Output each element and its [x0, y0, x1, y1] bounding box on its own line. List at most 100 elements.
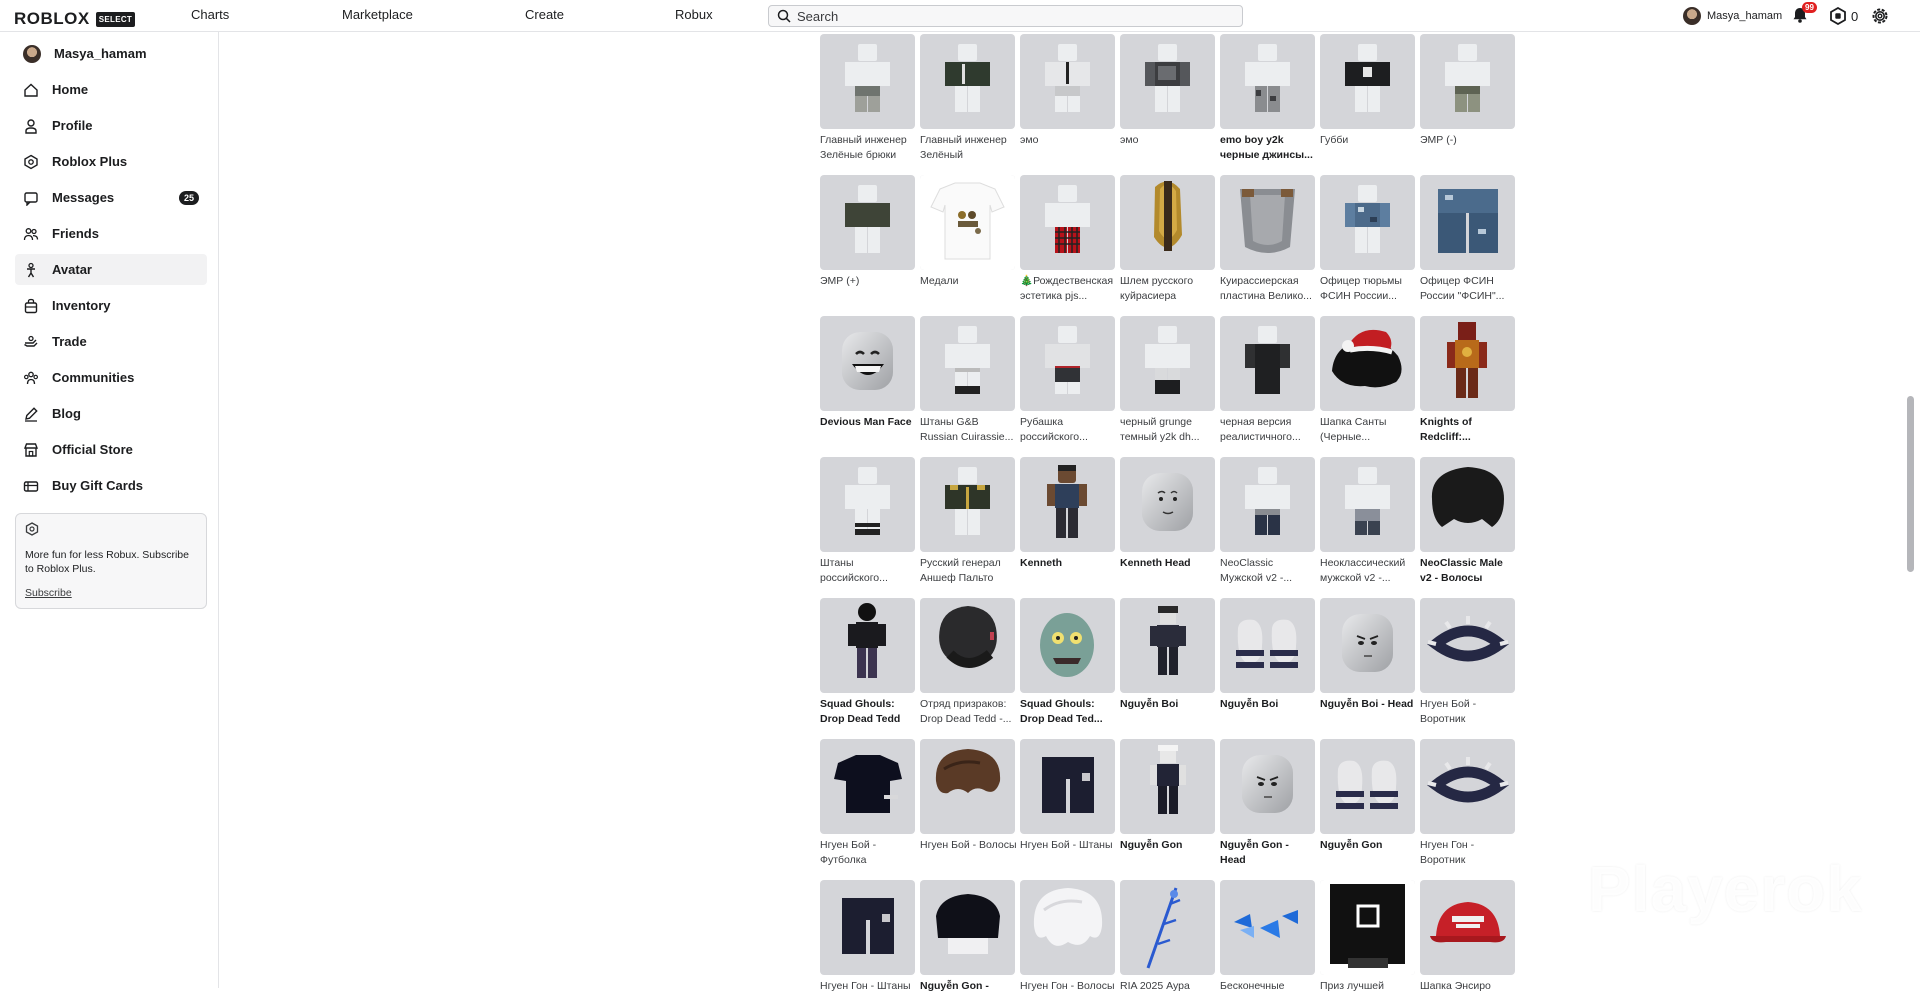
- item-name[interactable]: RIA 2025 Аура: [1120, 979, 1217, 994]
- item-name[interactable]: Squad Ghouls: Drop Dead Tedd: [820, 697, 917, 727]
- subscribe-link[interactable]: Subscribe: [25, 586, 72, 600]
- item-thumbnail[interactable]: [820, 880, 915, 975]
- avatar-item-card[interactable]: Шапка Санты (Черные...: [1320, 316, 1415, 445]
- item-name[interactable]: Приз лучшей: [1320, 979, 1417, 994]
- item-thumbnail[interactable]: [820, 316, 915, 411]
- item-name[interactable]: эмо: [1120, 133, 1217, 148]
- notifications-button[interactable]: 99: [1791, 2, 1817, 26]
- item-name[interactable]: Нгуен Гон - Воротник: [1420, 838, 1517, 868]
- item-thumbnail[interactable]: [920, 598, 1015, 693]
- nav-marketplace[interactable]: Marketplace: [342, 7, 413, 22]
- item-thumbnail[interactable]: [1120, 739, 1215, 834]
- nav-charts[interactable]: Charts: [191, 7, 229, 22]
- avatar-item-card[interactable]: NeoClassic Мужской v2 -...: [1220, 457, 1315, 586]
- settings-button[interactable]: [1870, 6, 1890, 31]
- item-thumbnail[interactable]: [1120, 34, 1215, 129]
- item-name[interactable]: Kenneth Head: [1120, 556, 1217, 571]
- nav-create[interactable]: Create: [525, 7, 564, 22]
- avatar-item-card[interactable]: Куирассиерская пластина Велико...: [1220, 175, 1315, 304]
- item-thumbnail[interactable]: [1320, 175, 1415, 270]
- item-thumbnail[interactable]: [920, 457, 1015, 552]
- item-name[interactable]: Nguyễn Boi - Head: [1320, 697, 1417, 712]
- item-name[interactable]: Squad Ghouls: Drop Dead Ted...: [1020, 697, 1117, 727]
- avatar-item-card[interactable]: Squad Ghouls: Drop Dead Ted...: [1020, 598, 1115, 727]
- item-thumbnail[interactable]: [1420, 880, 1515, 975]
- avatar-item-card[interactable]: эмо: [1120, 34, 1215, 148]
- item-name[interactable]: Бесконечные: [1220, 979, 1317, 994]
- item-thumbnail[interactable]: [1220, 34, 1315, 129]
- item-name[interactable]: Nguyễn Gon -: [920, 979, 1017, 994]
- avatar-item-card[interactable]: ЭМР (-): [1420, 34, 1515, 148]
- item-name[interactable]: Шлем русского куйрасиера: [1120, 274, 1217, 304]
- sidebar-item-official-store[interactable]: Official Store: [15, 434, 207, 465]
- sidebar-item-inventory[interactable]: Inventory: [15, 290, 207, 321]
- avatar-item-card[interactable]: Офицер ФСИН России "ФСИН"...: [1420, 175, 1515, 304]
- item-name[interactable]: Отряд призраков: Drop Dead Tedd -...: [920, 697, 1017, 727]
- item-thumbnail[interactable]: [820, 457, 915, 552]
- item-thumbnail[interactable]: [920, 175, 1015, 270]
- item-name[interactable]: Kenneth: [1020, 556, 1117, 571]
- search-input[interactable]: [797, 8, 1217, 24]
- item-name[interactable]: Главный инженер Зелёные брюки: [820, 133, 917, 163]
- avatar-item-card[interactable]: Главный инженер Зелёные брюки: [820, 34, 915, 163]
- item-name[interactable]: Шапка Энсиро: [1420, 979, 1517, 994]
- item-name[interactable]: Неоклассический мужской v2 -...: [1320, 556, 1417, 586]
- item-thumbnail[interactable]: [1320, 739, 1415, 834]
- avatar-item-card[interactable]: Неоклассический мужской v2 -...: [1320, 457, 1415, 586]
- avatar-item-card[interactable]: Нгуен Бой - Волосы: [920, 739, 1017, 853]
- avatar-item-card[interactable]: Приз лучшей: [1320, 880, 1415, 994]
- avatar-item-card[interactable]: Squad Ghouls: Drop Dead Tedd: [820, 598, 915, 727]
- avatar-item-card[interactable]: RIA 2025 Аура: [1120, 880, 1215, 994]
- item-thumbnail[interactable]: [920, 34, 1015, 129]
- item-name[interactable]: Nguyễn Gon - Head: [1220, 838, 1317, 868]
- user-menu[interactable]: Masya_hamam: [1683, 7, 1782, 25]
- item-name[interactable]: Рубашка российского...: [1020, 415, 1117, 445]
- item-thumbnail[interactable]: [1220, 175, 1315, 270]
- item-name[interactable]: Нгуен Бой - Волосы: [920, 838, 1017, 853]
- search-bar[interactable]: [768, 5, 1243, 27]
- item-name[interactable]: Медали: [920, 274, 1017, 289]
- avatar-item-card[interactable]: NeoClassic Male v2 - Волосы: [1420, 457, 1515, 586]
- item-name[interactable]: Штаны российского...: [820, 556, 917, 586]
- sidebar-item-avatar[interactable]: Avatar: [15, 254, 207, 285]
- sidebar-item-communities[interactable]: Communities: [15, 362, 207, 393]
- item-name[interactable]: Нгуен Гон - Волосы: [1020, 979, 1117, 994]
- sidebar-item-trade[interactable]: Trade: [15, 326, 207, 357]
- item-thumbnail[interactable]: [1420, 598, 1515, 693]
- avatar-item-card[interactable]: Нгуен Бой - Воротник: [1420, 598, 1515, 727]
- item-thumbnail[interactable]: [1020, 739, 1115, 834]
- item-thumbnail[interactable]: [1020, 316, 1115, 411]
- item-name[interactable]: Nguyễn Gon: [1120, 838, 1217, 853]
- avatar-item-card[interactable]: Нгуен Бой - Футболка: [820, 739, 915, 868]
- item-name[interactable]: Губби: [1320, 133, 1417, 148]
- item-name[interactable]: Офицер ФСИН России "ФСИН"...: [1420, 274, 1517, 304]
- item-name[interactable]: 🎄Рождественская эстетика pjs...: [1020, 274, 1117, 304]
- avatar-item-card[interactable]: Нгуен Гон - Штаны: [820, 880, 915, 994]
- item-thumbnail[interactable]: [1220, 457, 1315, 552]
- sidebar-item-profile[interactable]: Profile: [15, 110, 207, 141]
- item-name[interactable]: черная версия реалистичного...: [1220, 415, 1317, 445]
- avatar-item-card[interactable]: Штаны российского...: [820, 457, 915, 586]
- avatar-item-card[interactable]: Kenneth Head: [1120, 457, 1215, 571]
- item-thumbnail[interactable]: [1420, 457, 1515, 552]
- item-thumbnail[interactable]: [920, 739, 1015, 834]
- item-thumbnail[interactable]: [1320, 316, 1415, 411]
- sidebar-item-blog[interactable]: Blog: [15, 398, 207, 429]
- sidebar-item-roblox-plus[interactable]: Roblox Plus: [15, 146, 207, 177]
- item-thumbnail[interactable]: [1320, 880, 1415, 975]
- item-thumbnail[interactable]: [1420, 739, 1515, 834]
- item-thumbnail[interactable]: [1220, 880, 1315, 975]
- item-name[interactable]: Нгуен Бой - Штаны: [1020, 838, 1117, 853]
- avatar-item-card[interactable]: черная версия реалистичного...: [1220, 316, 1315, 445]
- item-thumbnail[interactable]: [1020, 880, 1115, 975]
- avatar-item-card[interactable]: Nguyễn Boi - Head: [1320, 598, 1415, 712]
- item-thumbnail[interactable]: [1220, 739, 1315, 834]
- scrollbar-thumb[interactable]: [1907, 396, 1914, 572]
- avatar-item-card[interactable]: ЭМР (+): [820, 175, 915, 289]
- item-thumbnail[interactable]: [920, 316, 1015, 411]
- item-name[interactable]: Нгуен Гон - Штаны: [820, 979, 917, 994]
- item-name[interactable]: Главный инженер Зелёный: [920, 133, 1017, 163]
- item-name[interactable]: эмо: [1020, 133, 1117, 148]
- item-name[interactable]: ЭМР (-): [1420, 133, 1517, 148]
- avatar-item-card[interactable]: 🎄Рождественская эстетика pjs...: [1020, 175, 1115, 304]
